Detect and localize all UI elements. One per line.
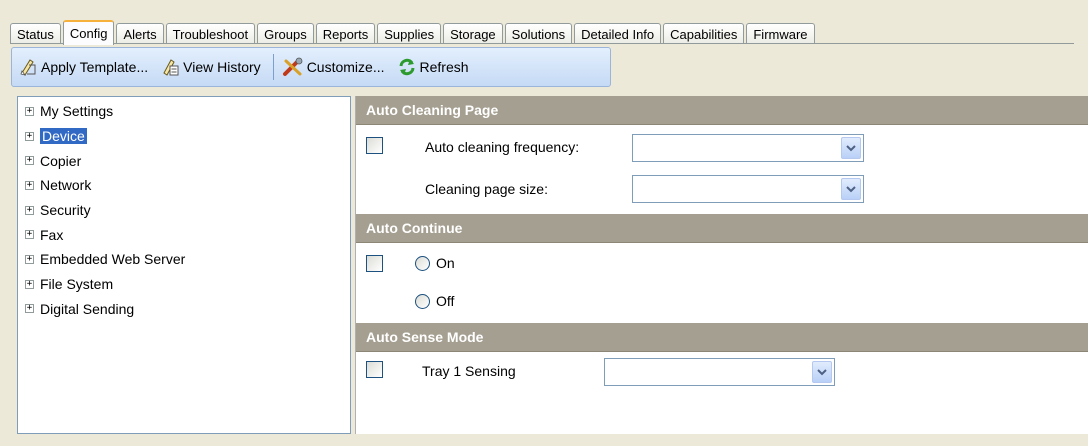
customize-icon: [282, 57, 303, 76]
section-header-auto-continue: Auto Continue: [356, 214, 1088, 243]
tab-firmware[interactable]: Firmware: [746, 23, 815, 44]
tree-item-label: Copier: [40, 152, 82, 169]
cleaning-page-size-row: Cleaning page size:: [356, 166, 1088, 214]
tab-label: Troubleshoot: [172, 26, 249, 42]
tab-label: Firmware: [753, 26, 808, 42]
tree-item-label: Security: [40, 202, 91, 219]
chevron-down-icon[interactable]: [841, 137, 861, 159]
history-icon: [163, 59, 179, 76]
settings-panel: Auto Cleaning Page Auto cleaning frequen…: [355, 96, 1088, 434]
refresh-icon: [399, 58, 414, 76]
tab-troubleshoot[interactable]: Troubleshoot: [165, 23, 256, 44]
tree-item-label: My Settings: [40, 103, 114, 120]
view-history-label: View History: [183, 59, 261, 75]
auto-continue-enable-checkbox[interactable]: [366, 255, 383, 272]
tree-item-device[interactable]: + Device: [18, 124, 350, 149]
tab-label: Groups: [264, 26, 307, 42]
toolbar: Apply Template... View History Customize…: [11, 47, 611, 87]
tab-alerts[interactable]: Alerts: [116, 23, 164, 44]
auto-cleaning-frequency-label: Auto cleaning frequency:: [425, 139, 580, 155]
tab-reports[interactable]: Reports: [315, 23, 376, 44]
tree-item-embedded-web-server[interactable]: + Embedded Web Server: [18, 247, 350, 272]
auto-sense-enable-checkbox[interactable]: [366, 361, 383, 378]
tab-supplies[interactable]: Supplies: [377, 23, 442, 44]
toolbar-separator: [272, 54, 274, 80]
cleaning-page-size-select[interactable]: [632, 175, 864, 203]
tab-config[interactable]: Config: [62, 20, 115, 45]
tree-item-label: Network: [40, 177, 92, 194]
tree-item-my-settings[interactable]: + My Settings: [18, 99, 350, 124]
tab-label: Solutions: [511, 26, 566, 42]
tree-item-label: Embedded Web Server: [40, 251, 186, 268]
tab-detailed-info[interactable]: Detailed Info: [574, 23, 662, 44]
settings-tree: + My Settings + Device + Copier + Networ…: [17, 96, 351, 434]
section-header-auto-sense: Auto Sense Mode: [356, 323, 1088, 352]
auto-continue-off-row: Off: [356, 281, 1088, 323]
section-header-auto-cleaning: Auto Cleaning Page: [356, 96, 1088, 125]
tab-label: Detailed Info: [581, 26, 655, 42]
tab-storage[interactable]: Storage: [443, 23, 503, 44]
tray-1-sensing-label: Tray 1 Sensing: [422, 363, 516, 379]
tab-divider: [10, 43, 1074, 44]
plus-expander-icon[interactable]: +: [25, 254, 34, 264]
customize-label: Customize...: [306, 59, 385, 75]
tree-item-label: File System: [40, 276, 114, 293]
tree-item-copier[interactable]: + Copier: [18, 148, 350, 173]
cleaning-page-size-label: Cleaning page size:: [425, 181, 548, 197]
tab-label: Alerts: [123, 26, 157, 42]
tray-1-sensing-select[interactable]: [604, 358, 835, 386]
plus-expander-icon[interactable]: +: [25, 131, 34, 141]
tab-capabilities[interactable]: Capabilities: [663, 23, 745, 44]
tab-status[interactable]: Status: [10, 23, 61, 44]
chevron-down-icon[interactable]: [812, 361, 832, 383]
tree-item-label: Digital Sending: [40, 300, 135, 317]
tab-label: Status: [17, 26, 54, 42]
tab-label: Reports: [322, 26, 369, 42]
auto-continue-on-row: On: [356, 243, 1088, 281]
plus-expander-icon[interactable]: +: [25, 230, 34, 240]
tab-label: Supplies: [384, 26, 435, 42]
refresh-label: Refresh: [419, 59, 469, 75]
plus-expander-icon[interactable]: +: [25, 304, 34, 314]
apply-template-label: Apply Template...: [41, 59, 149, 75]
chevron-down-icon[interactable]: [841, 178, 861, 200]
auto-cleaning-enable-checkbox[interactable]: [366, 137, 383, 154]
plus-expander-icon[interactable]: +: [25, 205, 34, 215]
tab-label: Storage: [450, 26, 496, 42]
tab-solutions[interactable]: Solutions: [504, 23, 573, 44]
tree-item-fax[interactable]: + Fax: [18, 222, 350, 247]
plus-expander-icon[interactable]: +: [25, 279, 34, 289]
tree-item-label: Device: [40, 128, 87, 145]
auto-cleaning-frequency-row: Auto cleaning frequency:: [356, 125, 1088, 166]
apply-template-button[interactable]: Apply Template...: [18, 57, 148, 77]
bottom-strip: [355, 434, 1088, 446]
tree-item-digital-sending[interactable]: + Digital Sending: [18, 297, 350, 322]
tab-bar: Status Config Alerts Troubleshoot Groups…: [10, 14, 817, 45]
template-icon: [20, 59, 36, 76]
tab-label: Config: [69, 26, 108, 41]
auto-continue-off-label: Off: [436, 293, 455, 309]
auto-continue-off-radio[interactable]: [415, 294, 430, 309]
tree-item-security[interactable]: + Security: [18, 198, 350, 223]
auto-cleaning-frequency-select[interactable]: [632, 134, 864, 162]
tree-item-label: Fax: [40, 226, 64, 243]
tray-1-sensing-row: Tray 1 Sensing: [356, 352, 1088, 396]
tab-label: Capabilities: [670, 26, 738, 42]
customize-button[interactable]: Customize...: [282, 57, 385, 77]
tree-item-network[interactable]: + Network: [18, 173, 350, 198]
plus-expander-icon[interactable]: +: [25, 106, 34, 116]
auto-continue-on-radio[interactable]: [415, 256, 430, 271]
plus-expander-icon[interactable]: +: [25, 156, 34, 166]
auto-continue-on-label: On: [436, 255, 455, 271]
refresh-button[interactable]: Refresh: [397, 57, 469, 77]
plus-expander-icon[interactable]: +: [25, 180, 34, 190]
view-history-button[interactable]: View History: [160, 57, 261, 77]
tab-groups[interactable]: Groups: [257, 23, 314, 44]
tree-item-file-system[interactable]: + File System: [18, 272, 350, 297]
